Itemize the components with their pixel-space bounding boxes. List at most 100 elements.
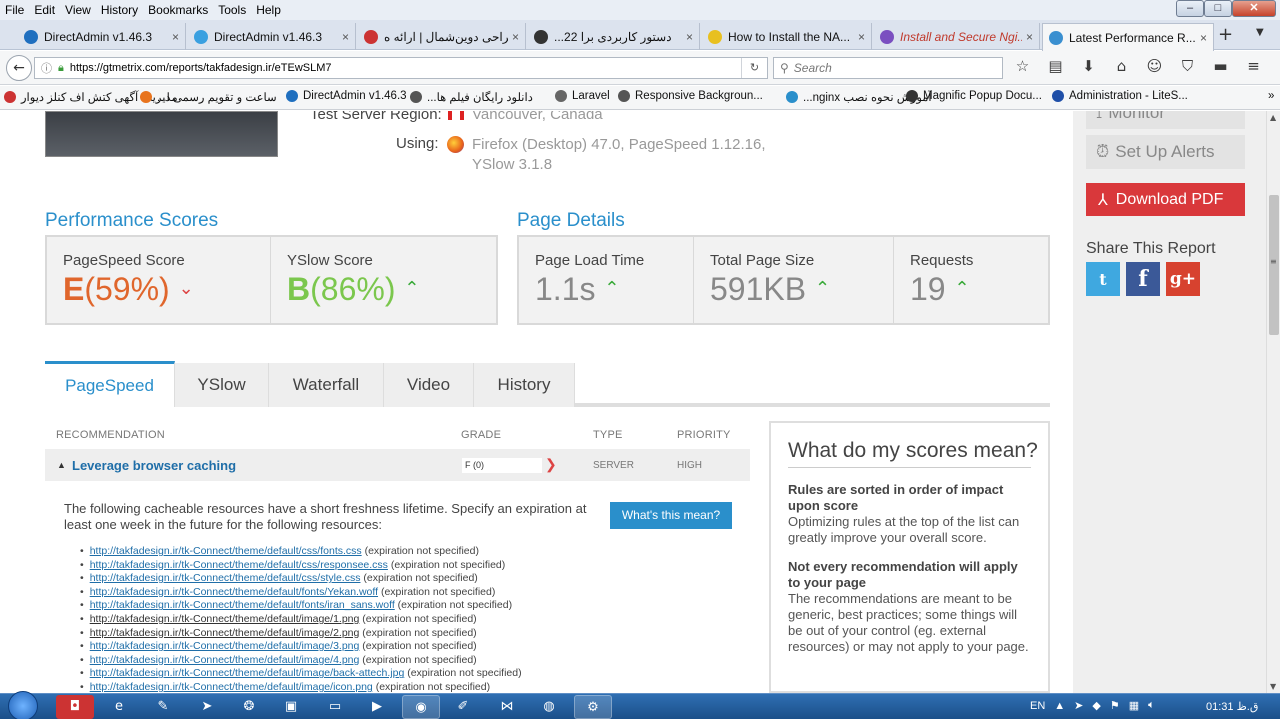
resource-link[interactable]: http://takfadesign.ir/tk-Connect/theme/d… (90, 667, 405, 679)
language-indicator[interactable]: EN (1030, 700, 1045, 712)
start-button[interactable] (8, 691, 38, 719)
taskbar-app-5[interactable]: ❂ (230, 695, 268, 719)
reader-icon[interactable]: ▤ (1045, 57, 1066, 75)
tab-list-chevron-icon[interactable]: ▼ (1256, 27, 1264, 38)
taskbar-notepad-icon[interactable]: ✐ (444, 695, 482, 719)
back-button[interactable]: ← (6, 55, 32, 81)
google-plus-share-button[interactable]: g+ (1166, 262, 1200, 296)
tab-history[interactable]: History (474, 363, 575, 407)
resource-link[interactable]: http://takfadesign.ir/tk-Connect/theme/d… (90, 545, 362, 557)
download-pdf-button[interactable]: ⅄ Download PDF (1086, 183, 1245, 216)
taskbar-firefox-icon[interactable]: ◉ (402, 695, 440, 719)
star-icon[interactable]: ☆ (1012, 57, 1033, 75)
tab-close-icon[interactable]: × (858, 30, 865, 44)
search-input[interactable]: ⚲ Search (773, 57, 1003, 79)
url-text[interactable]: https://gtmetrix.com/reports/takfadesign… (70, 62, 332, 74)
bookmark-item[interactable]: DirectAdmin v1.46.3 (286, 90, 407, 102)
taskbar-ie-icon[interactable]: e (100, 695, 138, 719)
bookmark-item[interactable]: Laravel (555, 90, 610, 102)
taskbar-app-13[interactable]: ⚙ (574, 695, 612, 719)
new-tab-button[interactable]: + (1218, 24, 1233, 45)
resource-link[interactable]: http://takfadesign.ir/tk-Connect/theme/d… (90, 613, 360, 625)
taskbar-app-3[interactable]: ✎ (144, 695, 182, 719)
resource-link[interactable]: http://takfadesign.ir/tk-Connect/theme/d… (90, 559, 388, 571)
twitter-share-button[interactable]: t (1086, 262, 1120, 296)
taskbar-explorer-icon[interactable]: ▭ (316, 695, 354, 719)
menu-edit[interactable]: Edit (29, 3, 60, 17)
menu-view[interactable]: View (60, 3, 96, 17)
taskbar-app-12[interactable]: ◍ (530, 695, 568, 719)
menu-help[interactable]: Help (251, 3, 286, 17)
tab-1[interactable]: DirectAdmin v1.46.3 × (18, 23, 186, 50)
resource-link[interactable]: http://takfadesign.ir/tk-Connect/theme/d… (90, 681, 373, 693)
taskbar-clock[interactable]: 01:31 ق.ظ (1206, 700, 1258, 713)
tab-close-icon[interactable]: × (172, 30, 179, 44)
tray-expand-icon[interactable]: ▲ (1054, 700, 1065, 712)
tab-close-icon[interactable]: × (686, 30, 693, 44)
home-icon[interactable]: ⌂ (1111, 57, 1132, 75)
download-icon[interactable]: ⬇ (1078, 57, 1099, 75)
chat-icon[interactable]: ☺ (1144, 57, 1165, 75)
monitor-button[interactable]: ⟟ Monitor (1086, 111, 1245, 129)
resource-link[interactable]: http://takfadesign.ir/tk-Connect/theme/d… (90, 627, 360, 639)
bookmarks-overflow-button[interactable]: » (1268, 90, 1274, 102)
minimize-button[interactable]: – (1176, 0, 1204, 17)
resource-link[interactable]: http://takfadesign.ir/tk-Connect/theme/d… (90, 586, 378, 598)
resource-link[interactable]: http://takfadesign.ir/tk-Connect/theme/d… (90, 654, 360, 666)
addon-icon[interactable]: ▬ (1210, 57, 1231, 75)
close-window-button[interactable]: ✕ (1232, 0, 1276, 17)
tab-close-icon[interactable]: × (342, 30, 349, 44)
tray-volume-icon[interactable]: 🔈︎ (1148, 699, 1155, 712)
tab-4[interactable]: ...دستور کاربردی برا 22 × (528, 23, 700, 50)
vertical-scrollbar[interactable]: ▲ ≡ ▼ (1266, 111, 1280, 693)
bookmark-item[interactable]: ...دانلود رایگان فیلم ها (410, 90, 533, 104)
tab-3[interactable]: شرکت طراحی دوین‌شمال | ارائه ه × (358, 23, 526, 50)
tab-7[interactable]: Latest Performance R... × (1042, 23, 1214, 51)
bookmark-item[interactable]: Responsive Backgroun... (618, 90, 763, 102)
tray-telegram-icon[interactable]: ➤ (1074, 699, 1083, 712)
taskbar-app-1[interactable]: ◘ (56, 695, 94, 719)
tab-waterfall[interactable]: Waterfall (269, 363, 384, 407)
resource-link[interactable]: http://takfadesign.ir/tk-Connect/theme/d… (90, 599, 395, 611)
tray-app-icon[interactable]: ◆ (1092, 699, 1100, 712)
whats-this-mean-button[interactable]: What's this mean? (610, 502, 732, 529)
tab-close-icon[interactable]: × (1200, 31, 1207, 45)
reload-button[interactable]: ↻ (741, 58, 767, 78)
url-bar[interactable]: ⓘ 🔒︎ https://gtmetrix.com/reports/takfad… (34, 57, 768, 79)
resource-link[interactable]: http://takfadesign.ir/tk-Connect/theme/d… (90, 640, 360, 652)
total-page-size-value: 591KB ⌃ (710, 271, 831, 307)
tab-5[interactable]: How to Install the NA... × (702, 23, 872, 50)
tab-yslow[interactable]: YSlow (175, 363, 269, 407)
taskbar-telegram-icon[interactable]: ➤ (188, 695, 226, 719)
tab-2[interactable]: DirectAdmin v1.46.3 × (188, 23, 356, 50)
taskbar-media-icon[interactable]: ▶ (358, 695, 396, 719)
pocket-icon[interactable]: ⛉ (1177, 57, 1198, 75)
bookmark-item[interactable]: Administration - LiteS... (1052, 90, 1188, 102)
facebook-share-button[interactable]: f (1126, 262, 1160, 296)
tab-close-icon[interactable]: × (512, 30, 519, 44)
tray-flag-icon[interactable]: ⚑ (1110, 699, 1120, 712)
maximize-button[interactable]: □ (1204, 0, 1232, 17)
collapse-caret-icon[interactable]: ▲ (57, 460, 66, 470)
scroll-up-icon[interactable]: ▲ (1270, 113, 1276, 122)
menu-bookmarks[interactable]: Bookmarks (143, 3, 213, 17)
tab-close-icon[interactable]: × (1026, 30, 1033, 44)
taskbar-app-6[interactable]: ▣ (272, 695, 310, 719)
menu-tools[interactable]: Tools (213, 3, 251, 17)
tab-6[interactable]: Install and Secure Ngi... × (874, 23, 1040, 50)
recommendation-title[interactable]: Leverage browser caching (72, 458, 236, 473)
taskbar-vs-icon[interactable]: ⋈ (488, 695, 526, 719)
menu-file[interactable]: File (0, 3, 29, 17)
tab-video[interactable]: Video (384, 363, 474, 407)
scroll-down-icon[interactable]: ▼ (1270, 682, 1276, 691)
menu-history[interactable]: History (96, 3, 143, 17)
bookmark-item[interactable]: Magnific Popup Docu... (906, 90, 1042, 102)
bookmark-favicon-icon (555, 90, 567, 102)
set-up-alerts-button[interactable]: ⏰︎ Set Up Alerts (1086, 135, 1245, 169)
info-icon[interactable]: ⓘ (41, 60, 52, 76)
tray-network-icon[interactable]: ▦ (1129, 699, 1139, 712)
menu-icon[interactable]: ≡ (1243, 57, 1264, 75)
tab-pagespeed[interactable]: PageSpeed (45, 361, 175, 407)
resource-link[interactable]: http://takfadesign.ir/tk-Connect/theme/d… (90, 572, 361, 584)
bookmark-item[interactable]: ...ساعت و تقویم رسمی ا (140, 90, 277, 104)
